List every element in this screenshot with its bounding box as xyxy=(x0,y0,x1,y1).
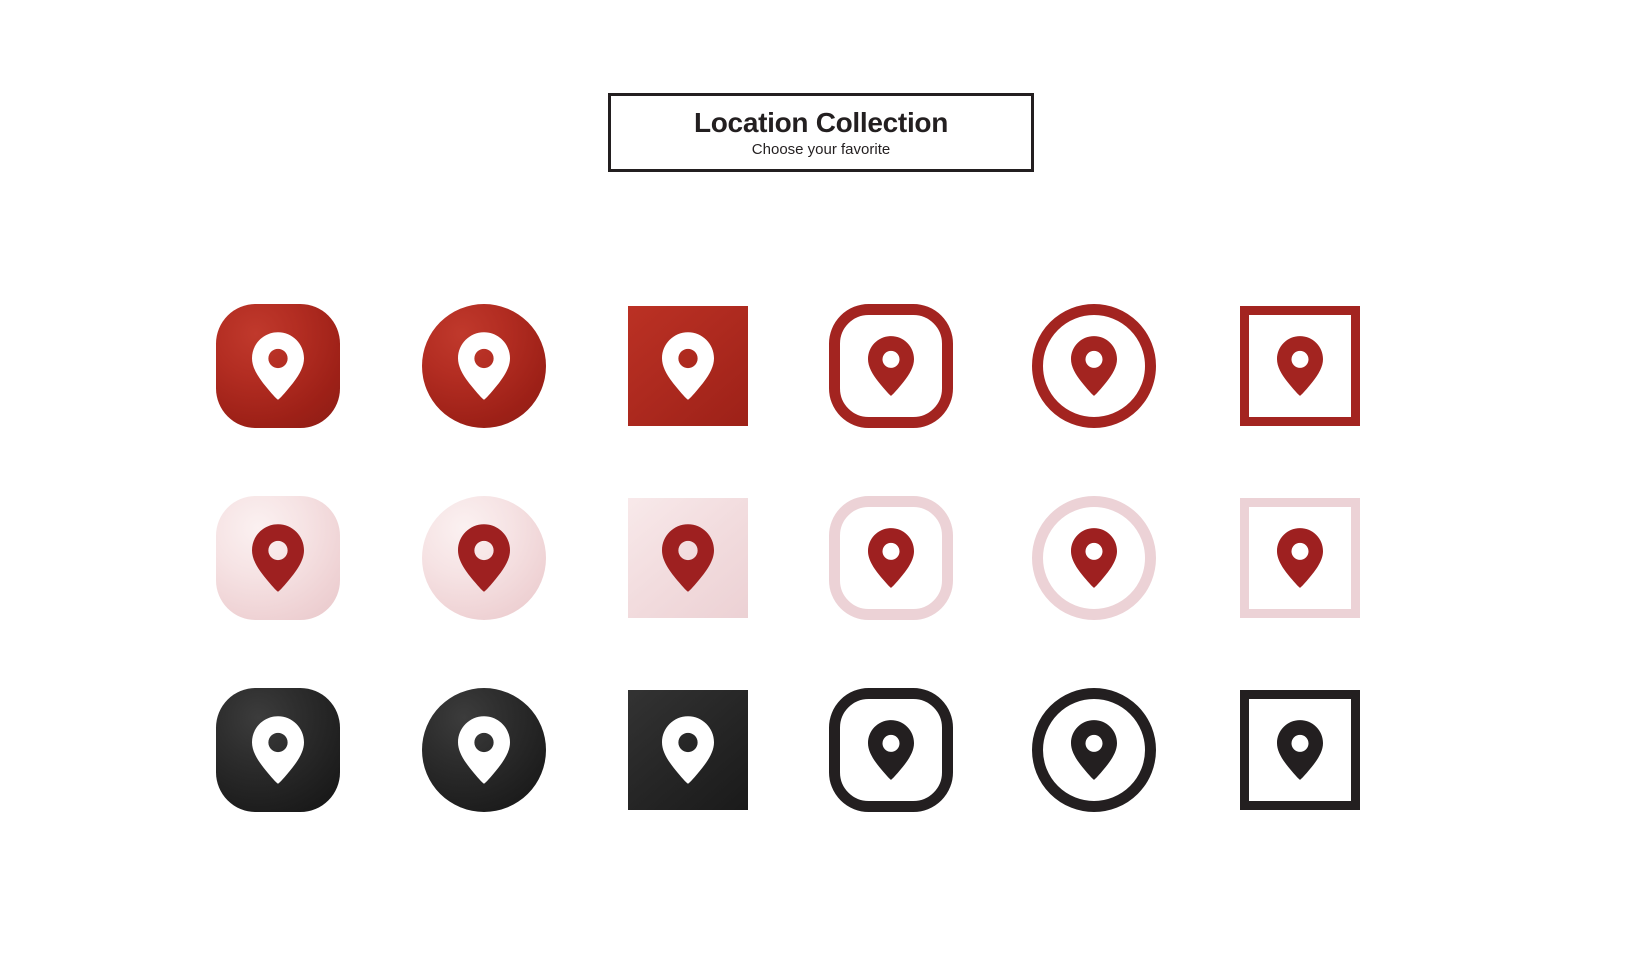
location-pin-black-circle-filled-art xyxy=(422,688,546,812)
location-pin-glyph xyxy=(662,524,714,592)
location-pin-red-circle-outline[interactable] xyxy=(1010,282,1178,450)
location-pin-blush-square-filled[interactable] xyxy=(604,474,772,642)
location-pin-glyph xyxy=(1277,720,1323,780)
location-pin-pink-square-outline-art xyxy=(1238,496,1362,620)
location-pin-pink-squircle-outline-art xyxy=(829,496,953,620)
location-pin-pink-square-outline[interactable] xyxy=(1216,474,1384,642)
location-pin-red-squircle-filled-art xyxy=(216,304,340,428)
location-pin-red-square-filled[interactable] xyxy=(604,282,772,450)
location-pin-glyph xyxy=(868,528,914,588)
location-pin-red-squircle-filled[interactable] xyxy=(194,282,362,450)
location-pin-black-square-outline[interactable] xyxy=(1216,666,1384,834)
location-pin-blush-squircle-filled[interactable] xyxy=(194,474,362,642)
location-pin-red-square-outline[interactable] xyxy=(1216,282,1384,450)
location-pin-blush-circle-filled[interactable] xyxy=(400,474,568,642)
location-pin-glyph xyxy=(662,332,714,400)
location-pin-glyph xyxy=(1277,528,1323,588)
location-pin-glyph xyxy=(868,336,914,396)
location-pin-red-square-outline-art xyxy=(1238,304,1362,428)
location-pin-pink-squircle-outline[interactable] xyxy=(807,474,975,642)
location-pin-glyph xyxy=(868,720,914,780)
location-pin-glyph xyxy=(1277,336,1323,396)
location-pin-black-square-filled-art xyxy=(626,688,750,812)
location-pin-glyph xyxy=(662,716,714,784)
location-pin-black-squircle-filled-art xyxy=(216,688,340,812)
location-pin-black-square-outline-art xyxy=(1238,688,1362,812)
location-pin-black-squircle-outline[interactable] xyxy=(807,666,975,834)
location-pin-glyph xyxy=(458,332,510,400)
location-pin-black-squircle-outline-art xyxy=(829,688,953,812)
location-pin-red-square-filled-art xyxy=(626,304,750,428)
location-pin-red-squircle-outline-art xyxy=(829,304,953,428)
location-pin-black-circle-outline[interactable] xyxy=(1010,666,1178,834)
location-pin-glyph xyxy=(458,716,510,784)
location-pin-glyph xyxy=(1071,336,1117,396)
location-pin-glyph xyxy=(252,524,304,592)
location-pin-red-squircle-outline[interactable] xyxy=(807,282,975,450)
location-pin-blush-squircle-filled-art xyxy=(216,496,340,620)
location-pin-blush-circle-filled-art xyxy=(422,496,546,620)
location-pin-black-square-filled[interactable] xyxy=(604,666,772,834)
location-pin-glyph xyxy=(252,716,304,784)
location-pin-blush-square-filled-art xyxy=(626,496,750,620)
location-pin-red-circle-filled-art xyxy=(422,304,546,428)
location-pin-glyph xyxy=(1071,528,1117,588)
location-pin-glyph xyxy=(458,524,510,592)
location-pin-pink-circle-outline-art xyxy=(1032,496,1156,620)
icon-collection-grid xyxy=(0,0,1642,980)
location-pin-pink-circle-outline[interactable] xyxy=(1010,474,1178,642)
location-pin-red-circle-filled[interactable] xyxy=(400,282,568,450)
location-pin-black-circle-outline-art xyxy=(1032,688,1156,812)
location-pin-glyph xyxy=(1071,720,1117,780)
location-pin-black-squircle-filled[interactable] xyxy=(194,666,362,834)
location-pin-red-circle-outline-art xyxy=(1032,304,1156,428)
location-pin-black-circle-filled[interactable] xyxy=(400,666,568,834)
location-pin-glyph xyxy=(252,332,304,400)
